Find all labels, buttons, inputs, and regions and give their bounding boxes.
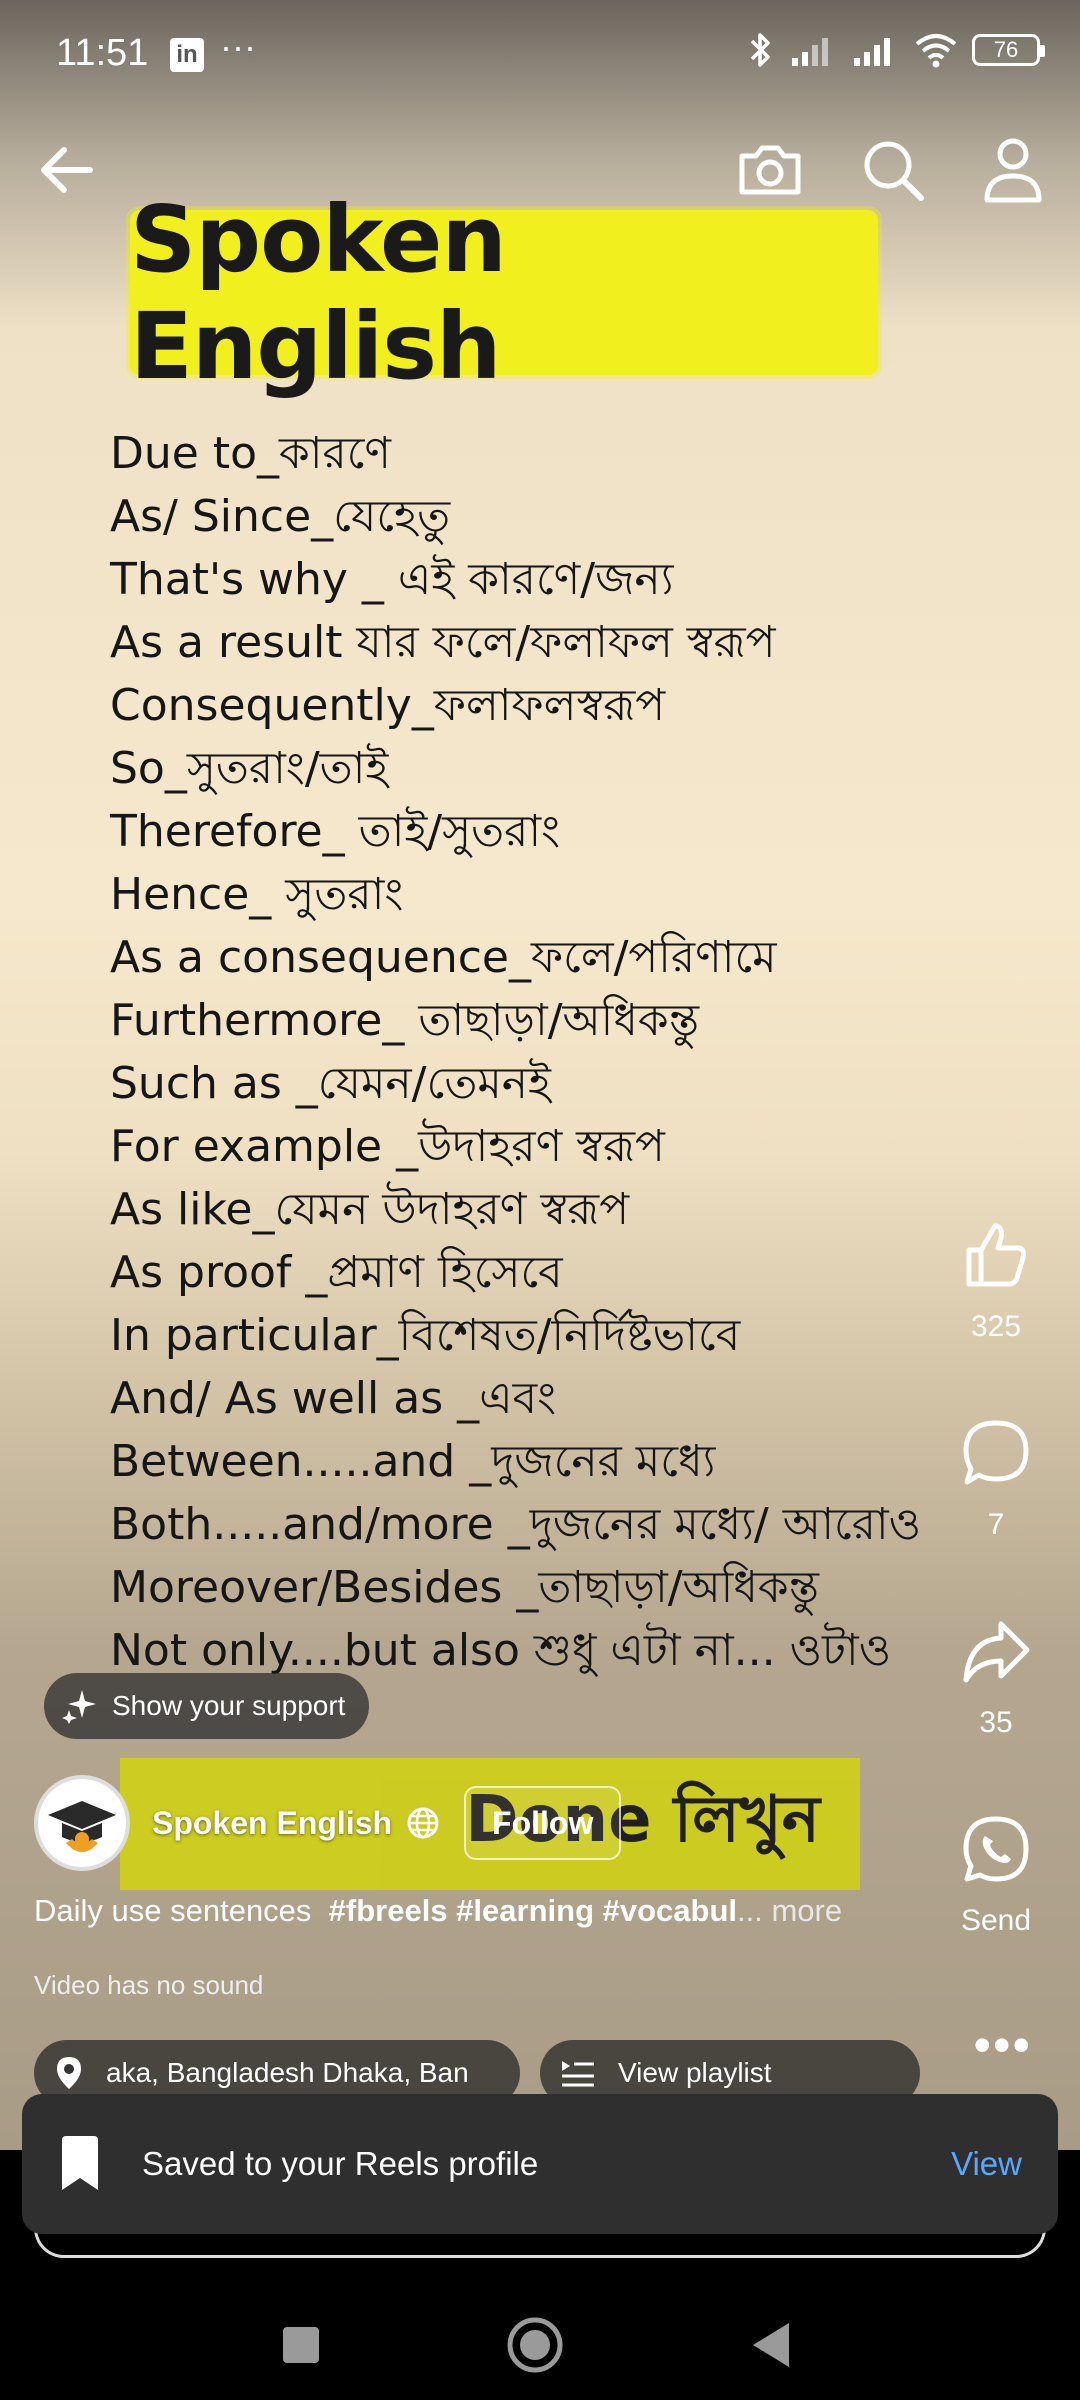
phrase-item: And/ As well as _এবং <box>110 1373 557 1424</box>
description-hashtags[interactable]: #fbreels #learning #vocabul <box>329 1893 737 1928</box>
share-count: 35 <box>979 1706 1013 1739</box>
graduation-cap-logo-icon <box>40 1781 124 1865</box>
wifi-icon <box>915 34 957 68</box>
show-support-button[interactable]: Show your support <box>44 1673 370 1739</box>
status-bar: 11:51 in ··· 76 <box>0 0 1080 110</box>
recents-button[interactable] <box>266 2310 336 2380</box>
person-icon <box>984 138 1042 203</box>
camera-icon <box>739 145 801 195</box>
phrase-item: As proof _প্রমাণ হিসেবে <box>110 1247 563 1298</box>
bookmark-icon <box>62 2136 98 2190</box>
phrase-item: So_সুতরাং/তাই <box>110 743 389 794</box>
like-count: 325 <box>970 1310 1022 1343</box>
bluetooth-icon <box>750 33 770 67</box>
author-row: Spoken English Follow <box>34 1775 622 1871</box>
back-triangle-icon <box>753 2323 789 2367</box>
location-pin-icon <box>57 2057 81 2089</box>
profile-button[interactable] <box>973 130 1053 210</box>
back-button[interactable] <box>26 130 106 210</box>
phrase-item: Both.....and/more _দুজনের মধ্যে/ আরোও <box>110 1499 922 1550</box>
phrase-item: In particular_বিশেষত/নির্দিষ্টভাবে <box>110 1310 741 1361</box>
home-button[interactable] <box>500 2310 570 2380</box>
phrase-item: Such as _যেমন/তেমনই <box>110 1058 551 1109</box>
stars-icon <box>62 1690 96 1724</box>
system-back-button[interactable] <box>736 2310 806 2380</box>
phrase-item: As/ Since_যেহেতু <box>110 491 451 542</box>
see-more-link[interactable]: ... more <box>737 1893 842 1928</box>
playlist-icon <box>562 2061 594 2087</box>
reel-description[interactable]: Daily use sentences #fbreels #learning #… <box>34 1893 842 1929</box>
comment-count: 7 <box>987 1508 1005 1541</box>
send-label: Send <box>960 1904 1032 1937</box>
phrase-item: Therefore_ তাই/সুতরাং <box>110 806 561 857</box>
globe-icon <box>407 1807 439 1839</box>
camera-button[interactable] <box>730 130 810 210</box>
no-sound-notice: Video has no sound <box>34 1970 264 2000</box>
saved-toast: Saved to your Reels profile View <box>22 2094 1058 2234</box>
location-text: aka, Bangladesh Dhaka, Ban <box>106 2057 469 2088</box>
video-title: Spoken English <box>130 185 507 400</box>
whatsapp-icon <box>963 1816 1029 1882</box>
phrase-item: As a consequence_ফলে/পরিণামে <box>110 932 777 983</box>
back-arrow-icon <box>41 147 93 193</box>
signal-icon <box>854 38 890 66</box>
search-button[interactable] <box>853 130 933 210</box>
author-name[interactable]: Spoken English <box>152 1805 392 1842</box>
home-circle-icon <box>507 2317 563 2373</box>
send-whatsapp-button[interactable]: Send <box>948 1814 1044 1938</box>
follow-button[interactable]: Follow <box>464 1786 622 1860</box>
phrase-item: Moreover/Besides _তাছাড়া/অধিকন্তু <box>110 1562 819 1613</box>
view-playlist-label: View playlist <box>618 2057 772 2088</box>
phrase-list: Due to_কারণে As/ Since_যেহেতু That's why… <box>110 422 1010 1682</box>
description-text: Daily use sentences <box>34 1893 312 1928</box>
linkedin-notification-icon: in <box>170 38 204 72</box>
author-avatar[interactable] <box>34 1775 130 1871</box>
phrase-item: Furthermore_ তাছাড়া/অধিকন্তু <box>110 995 700 1046</box>
battery-icon: 76 <box>972 34 1045 66</box>
status-time: 11:51 <box>56 32 149 74</box>
more-notifications-icon: ··· <box>220 26 256 67</box>
system-navigation-bar <box>0 2280 1080 2400</box>
phrase-item: Consequently_ফলাফলস্বরূপ <box>110 680 666 731</box>
toast-view-button[interactable]: View <box>951 2145 1022 2183</box>
thumbs-up-icon <box>966 1223 1026 1287</box>
share-icon <box>963 1621 1030 1683</box>
comment-button[interactable]: 7 <box>948 1418 1044 1542</box>
video-title-banner: Spoken English <box>130 186 878 400</box>
phrase-item: Hence_ সুতরাং <box>110 869 404 920</box>
toast-message: Saved to your Reels profile <box>142 2145 539 2182</box>
status-icons: 76 <box>746 30 1045 70</box>
phrase-item: For example _উদাহরণ স্বরূপ <box>110 1121 665 1172</box>
recents-square-icon <box>283 2327 319 2363</box>
search-icon <box>864 141 924 201</box>
signal-icon <box>792 38 828 66</box>
phrase-item: Due to_কারণে <box>110 428 392 479</box>
like-button[interactable]: 325 <box>948 1220 1044 1344</box>
phrase-item: Between.....and _দুজনের মধ্যে <box>110 1436 716 1487</box>
show-support-label: Show your support <box>112 1690 346 1721</box>
phrase-item: That's why _ এই কারণে/জন্য <box>110 554 674 605</box>
phrase-item: As like_যেমন উদাহরণ স্বরূপ <box>110 1184 630 1235</box>
phrase-item: As a result যার ফলে/ফলাফল স্বরূপ <box>110 617 776 668</box>
share-button[interactable]: 35 <box>948 1616 1044 1740</box>
more-options-icon[interactable]: ••• <box>973 2020 1032 2070</box>
comment-icon <box>963 1420 1029 1485</box>
